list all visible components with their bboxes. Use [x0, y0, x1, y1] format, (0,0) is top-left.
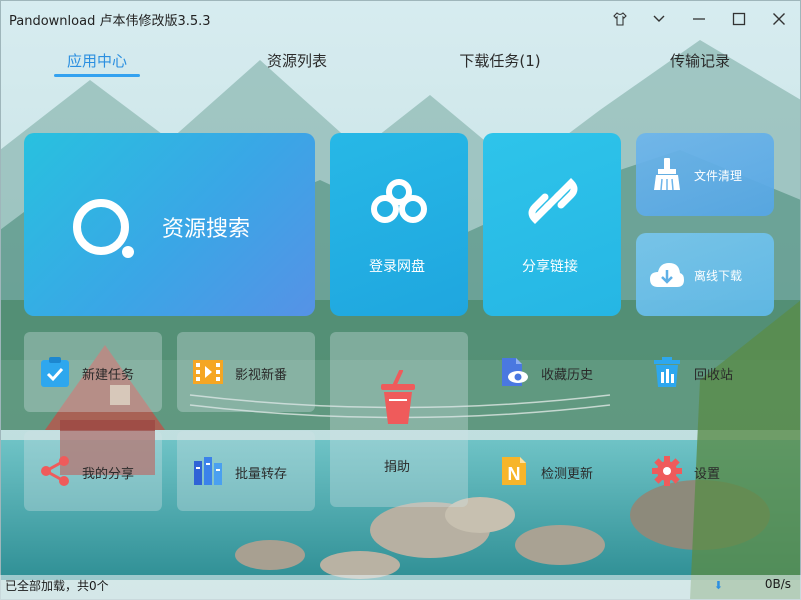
cloud-download-icon	[650, 263, 684, 287]
favorites-history-label: 收藏历史	[541, 368, 594, 383]
status-text: 已全部加载，共0个	[5, 579, 109, 593]
login-netdisk-label: 登录网盘	[369, 259, 425, 275]
donate-label: 捐助	[384, 460, 411, 475]
minimize-button[interactable]	[685, 6, 713, 32]
tab-download-tasks[interactable]: 下载任务(1)	[455, 50, 545, 71]
search-icon	[73, 199, 134, 258]
link-icon	[528, 178, 578, 224]
close-icon	[773, 13, 785, 25]
login-netdisk-card[interactable]: 登录网盘	[330, 133, 468, 316]
gear-icon	[652, 456, 682, 486]
tab-app-center[interactable]: 应用中心	[62, 50, 132, 71]
share-icon	[41, 456, 69, 486]
download-arrow-icon: ⬇	[713, 579, 723, 592]
new-task-tile[interactable]: 新建任务	[24, 332, 162, 412]
favorites-history-tile[interactable]: 收藏历史	[483, 332, 621, 412]
batch-save-tile[interactable]: 批量转存	[177, 431, 315, 511]
file-clean-card[interactable]: 文件清理	[636, 133, 774, 216]
document-eye-icon	[502, 358, 528, 386]
offline-download-card[interactable]: 离线下载	[636, 233, 774, 316]
app-title: Pandownload 卢本伟修改版3.5.3	[9, 14, 211, 29]
shirt-icon	[613, 12, 627, 26]
close-button[interactable]	[765, 6, 793, 32]
chevron-down-icon	[653, 15, 665, 22]
film-icon	[193, 360, 223, 384]
maximize-button[interactable]	[725, 6, 753, 32]
title-bar: Pandownload 卢本伟修改版3.5.3	[0, 0, 801, 38]
settings-tile[interactable]: 设置	[636, 431, 774, 511]
video-tile[interactable]: 影视新番	[177, 332, 315, 412]
skin-button[interactable]	[606, 6, 634, 32]
svg-text:N: N	[508, 464, 521, 484]
resource-search-card[interactable]: 资源搜索	[24, 133, 315, 316]
download-speed: 0B/s	[764, 577, 791, 591]
batch-save-label: 批量转存	[235, 467, 288, 482]
resource-search-label: 资源搜索	[162, 217, 251, 242]
batch-save-icon	[194, 457, 222, 485]
recycle-bin-tile[interactable]: 回收站	[636, 332, 774, 412]
new-task-label: 新建任务	[82, 368, 135, 383]
maximize-icon	[732, 12, 746, 26]
tab-resource-list[interactable]: 资源列表	[262, 50, 332, 71]
clipboard-check-icon	[41, 357, 69, 387]
settings-label: 设置	[694, 467, 721, 482]
my-share-tile[interactable]: 我的分享	[24, 431, 162, 511]
broom-icon	[654, 158, 680, 191]
offline-download-label: 离线下载	[694, 269, 743, 283]
menu-dropdown-button[interactable]	[645, 6, 673, 32]
tab-transfer-records[interactable]: 传输记录	[665, 50, 735, 71]
video-label: 影视新番	[235, 368, 288, 383]
active-tab-indicator	[54, 74, 140, 77]
trash-icon	[654, 357, 680, 387]
file-clean-label: 文件清理	[694, 169, 743, 183]
cloud-icon	[371, 179, 427, 223]
share-link-card[interactable]: 分享链接	[483, 133, 621, 316]
check-update-label: 检测更新	[541, 467, 594, 482]
update-n-icon: N	[502, 457, 526, 485]
donate-tile[interactable]: 捐助	[330, 332, 468, 507]
check-update-tile[interactable]: N 检测更新	[483, 431, 621, 511]
minimize-icon	[693, 18, 705, 20]
status-bar: 已全部加载，共0个 ⬇ 0B/s	[0, 575, 801, 600]
my-share-label: 我的分享	[82, 467, 135, 482]
share-link-label: 分享链接	[522, 259, 578, 275]
cup-icon	[381, 370, 415, 424]
recycle-bin-label: 回收站	[694, 368, 734, 383]
